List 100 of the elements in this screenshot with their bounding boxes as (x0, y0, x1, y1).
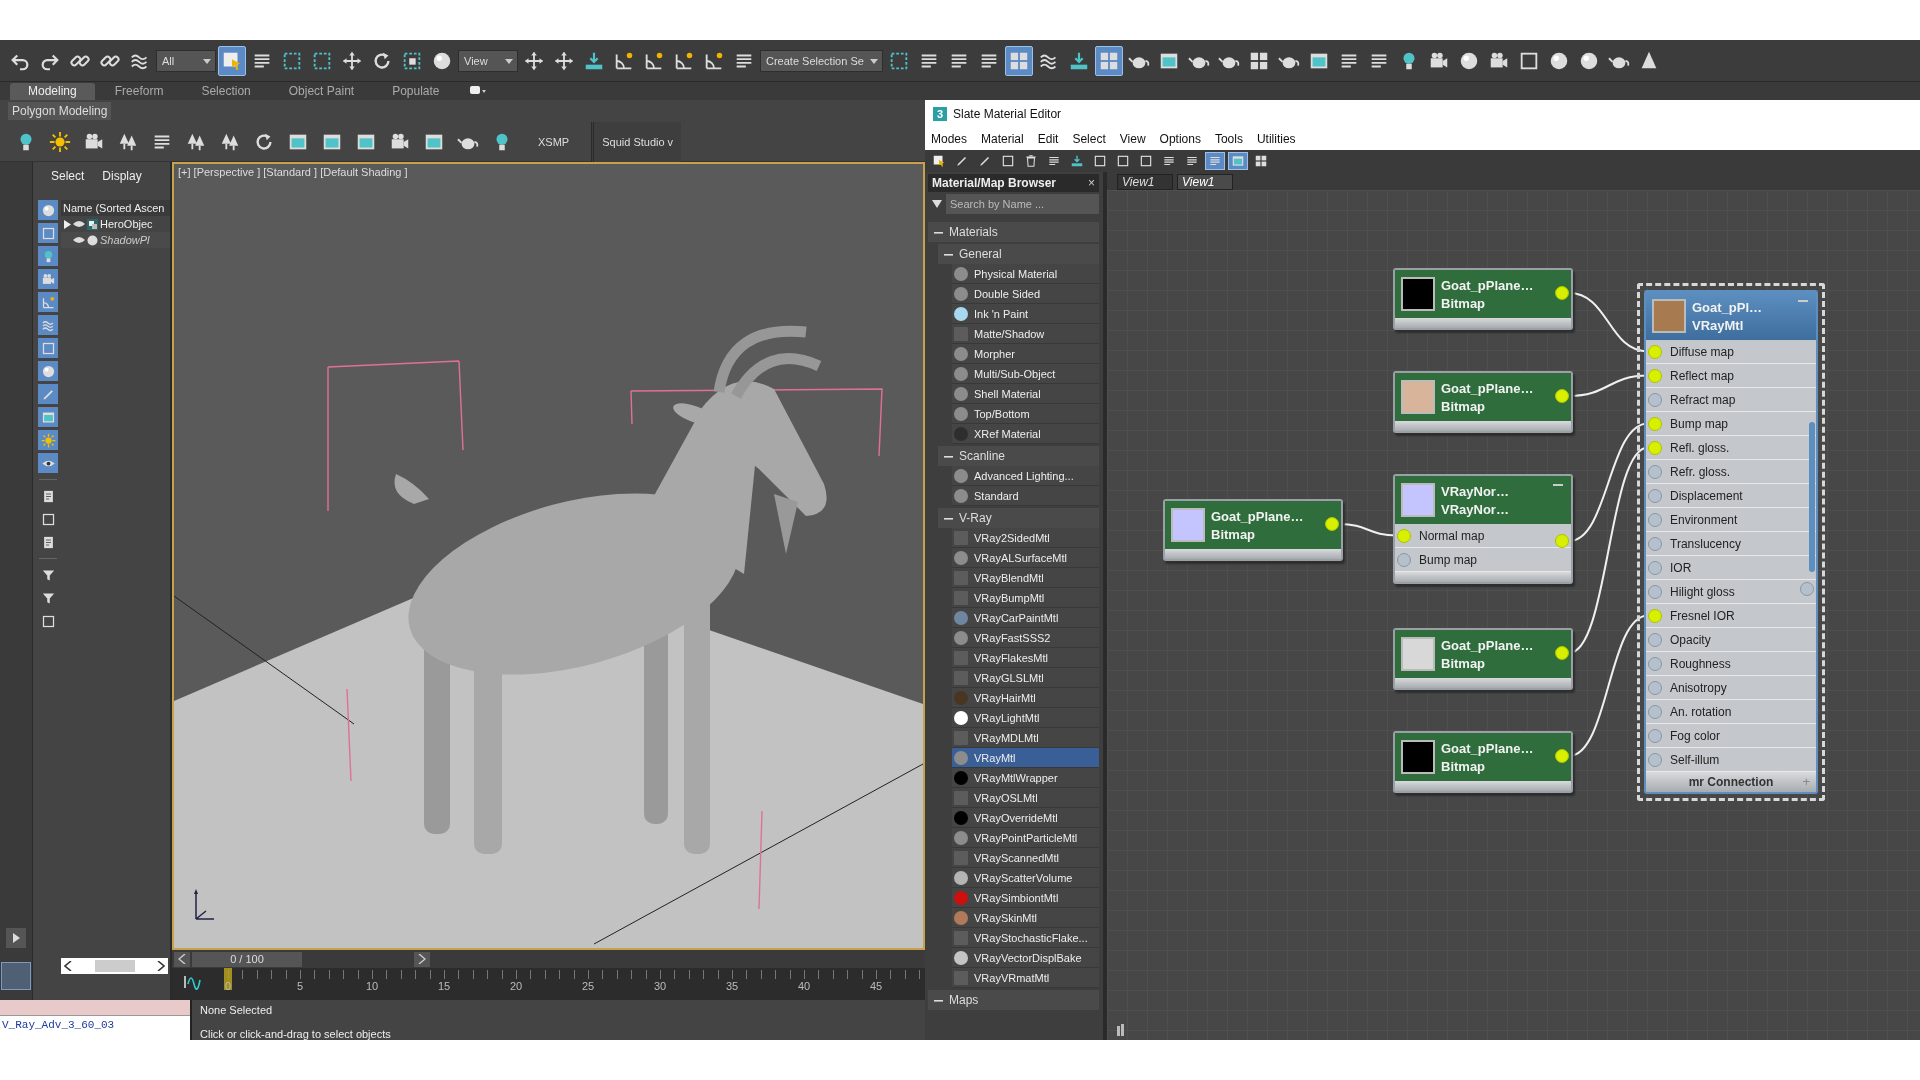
dropdown[interactable]: View (458, 49, 518, 72)
object-name[interactable]: HeroObjec (100, 218, 153, 230)
list-item[interactable]: VRayScatterVolume (952, 868, 1099, 888)
list-item[interactable]: VRayBumpMtl (952, 588, 1099, 608)
object-name[interactable]: ShadowPl (100, 234, 150, 246)
input-socket[interactable] (1648, 440, 1662, 455)
previous-frame-button[interactable] (174, 951, 190, 967)
ribbon-tab[interactable]: Populate (374, 83, 458, 100)
viewport-label[interactable]: [+] [Perspective ] [Standard ] [Default Shading ] (178, 166, 408, 178)
node-slot[interactable]: Fog color (1646, 724, 1816, 748)
input-socket[interactable] (1648, 368, 1662, 383)
input-socket[interactable] (1397, 552, 1411, 567)
input-socket[interactable] (1648, 608, 1662, 623)
dropdown[interactable]: All (156, 49, 216, 72)
list-item[interactable]: Advanced Lighting... (952, 466, 1099, 486)
search-field[interactable]: Search by Name ... (946, 194, 1099, 214)
node-header[interactable]: Goat_pPlane… Bitmap (1395, 630, 1571, 678)
map-node[interactable]: Goat_pPlane… Bitmap (1393, 371, 1573, 433)
dropdown[interactable]: Create Selection Se (760, 49, 883, 72)
menu-item[interactable]: Utilities (1256, 132, 1296, 146)
group-header[interactable]: Maps (928, 990, 1099, 1010)
input-socket[interactable] (1648, 536, 1662, 551)
list-item[interactable]: VRaySkinMtl (952, 908, 1099, 928)
node-footer[interactable]: mr Connection + (1646, 772, 1816, 792)
list-item[interactable]: Top/Bottom (952, 404, 1099, 424)
scrollbar[interactable] (61, 958, 168, 974)
view-tab[interactable]: View1 (1117, 174, 1173, 190)
input-socket[interactable] (1648, 656, 1662, 671)
input-socket[interactable] (1648, 488, 1662, 503)
list-item[interactable]: VRayMtl (952, 748, 1099, 768)
node-slot[interactable]: Diffuse map (1646, 340, 1816, 364)
input-socket[interactable] (1397, 528, 1411, 543)
menu-item[interactable]: Modes (931, 132, 968, 146)
menu-item[interactable]: Options (1159, 132, 1201, 146)
list-item[interactable]: Double Sided (952, 284, 1099, 304)
node-header[interactable]: Goat_pPl… VRayMtl (1646, 292, 1816, 340)
list-item[interactable]: VRayOSLMtl (952, 788, 1099, 808)
list-item[interactable]: VRayGLSLMtl (952, 668, 1099, 688)
node-canvas[interactable] (1107, 190, 1920, 1040)
list-item[interactable]: VRayFastSSS2 (952, 628, 1099, 648)
group-header[interactable]: Materials (928, 222, 1099, 242)
ribbon-tab[interactable]: Modeling (10, 83, 95, 100)
toolbar-label[interactable]: XSMP (522, 135, 586, 148)
input-socket[interactable] (1648, 752, 1662, 767)
input-socket[interactable] (1648, 344, 1662, 359)
input-socket[interactable] (1648, 392, 1662, 407)
node-slot[interactable]: Refract map (1646, 388, 1816, 412)
tree-row[interactable]: HeroObjec (61, 216, 170, 232)
menu-item[interactable]: Material (981, 132, 1024, 146)
node-slot[interactable]: Opacity (1646, 628, 1816, 652)
column-header[interactable]: Name (Sorted Ascen (61, 200, 170, 216)
node-header[interactable]: Goat_pPlane… Bitmap (1395, 270, 1571, 318)
panel-tab[interactable]: Display (102, 169, 142, 183)
eye-button[interactable] (38, 453, 58, 473)
node-header[interactable]: VRayNor… VRayNor… (1395, 476, 1571, 524)
list-item[interactable]: VRayScannedMtl (952, 848, 1099, 868)
list-item[interactable]: VRayStochasticFlake... (952, 928, 1099, 948)
input-socket[interactable] (1648, 416, 1662, 431)
list-item[interactable]: Shell Material (952, 384, 1099, 404)
list-item[interactable]: XRef Material (952, 424, 1099, 444)
list-item[interactable]: VRayLightMtl (952, 708, 1099, 728)
list-item[interactable]: Ink 'n Paint (952, 304, 1099, 324)
group-header[interactable]: Scanline (938, 446, 1099, 466)
node-slot[interactable]: An. rotation (1646, 700, 1816, 724)
list-item[interactable]: VRayBlendMtl (952, 568, 1099, 588)
ribbon-tab[interactable]: Freeform (96, 83, 182, 100)
ribbon-tab[interactable]: Object Paint (270, 83, 373, 100)
list-item[interactable]: Morpher (952, 344, 1099, 364)
input-socket[interactable] (1648, 560, 1662, 575)
close-button[interactable]: × (1088, 176, 1095, 190)
input-socket[interactable] (1648, 680, 1662, 695)
node-header[interactable]: Goat_pPlane… Bitmap (1165, 501, 1341, 549)
list-item[interactable]: Standard (952, 486, 1099, 506)
list-item[interactable]: VRaySimbiontMtl (952, 888, 1099, 908)
list-item[interactable]: VRayMtlWrapper (952, 768, 1099, 788)
group-header[interactable]: V-Ray (938, 508, 1099, 528)
input-socket[interactable] (1648, 584, 1662, 599)
input-socket[interactable] (1648, 464, 1662, 479)
next-frame-button[interactable] (414, 951, 430, 967)
menu-item[interactable]: Tools (1214, 132, 1243, 146)
input-socket[interactable] (1648, 728, 1662, 743)
ribbon-panel-label[interactable]: Polygon Modeling (8, 102, 112, 120)
node-slot[interactable]: Roughness (1646, 652, 1816, 676)
node-header[interactable]: Goat_pPlane… Bitmap (1395, 733, 1571, 781)
grid-button[interactable] (1094, 45, 1123, 76)
list-item[interactable]: Physical Material (952, 264, 1099, 284)
list-item[interactable]: Multi/Sub-Object (952, 364, 1099, 384)
list-item[interactable]: VRayFlakesMtl (952, 648, 1099, 668)
panel-toggle-button[interactable] (1, 962, 31, 990)
ribbon-tab[interactable]: Selection (183, 83, 269, 100)
list-item[interactable]: VRayALSurfaceMtl (952, 548, 1099, 568)
group-header[interactable]: General (938, 244, 1099, 264)
node-header[interactable]: Goat_pPlane… Bitmap (1395, 373, 1571, 421)
node-slot[interactable]: Anisotropy (1646, 676, 1816, 700)
map-node[interactable]: Goat_pPlane… Bitmap (1393, 731, 1573, 793)
list-item[interactable]: VRayMDLMtl (952, 728, 1099, 748)
expand-button[interactable] (6, 928, 26, 948)
map-node[interactable]: Goat_pPlane… Bitmap (1393, 268, 1573, 330)
time-slider-thumb[interactable]: 0 / 100 (192, 951, 302, 967)
panel-tab[interactable]: Select (51, 169, 85, 183)
